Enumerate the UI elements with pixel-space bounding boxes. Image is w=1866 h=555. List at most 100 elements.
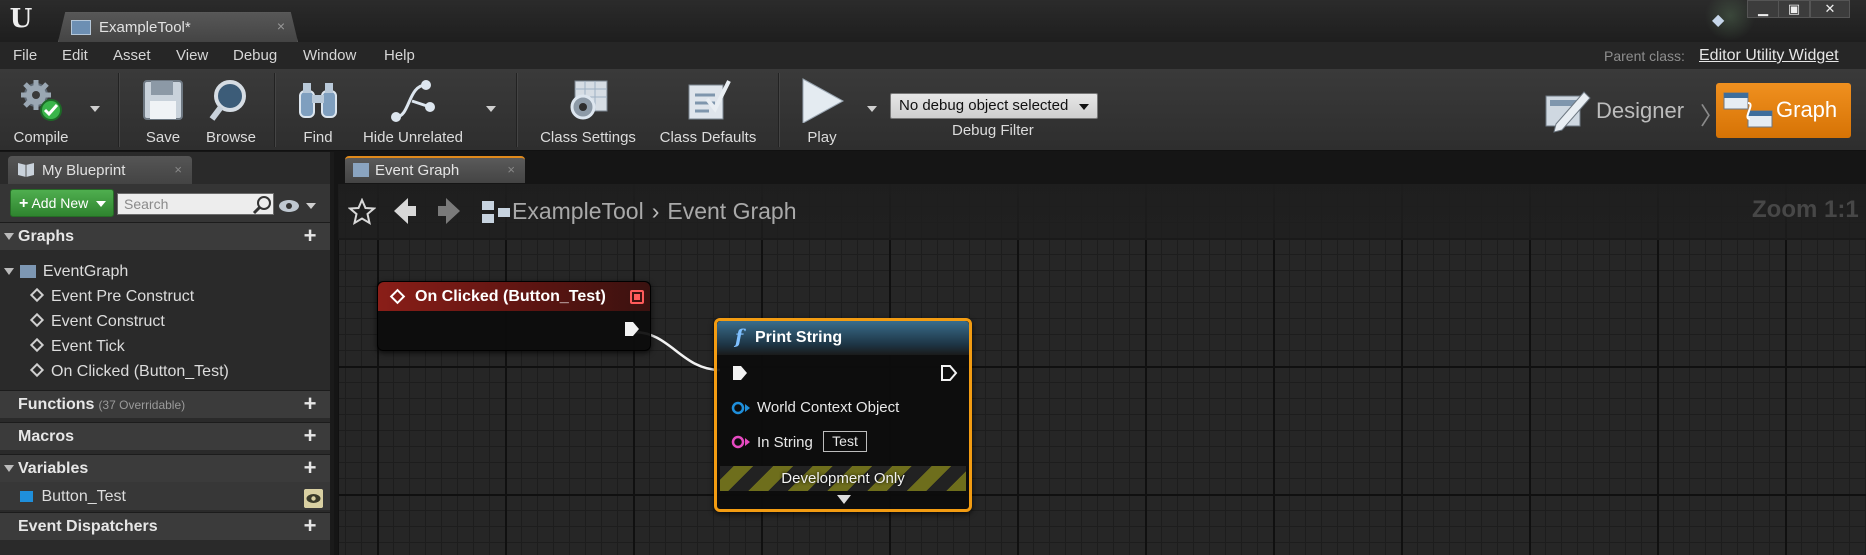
in-string-value-field[interactable]: Test bbox=[823, 431, 867, 452]
eye-view-options-icon[interactable] bbox=[278, 197, 318, 215]
exec-output-pin-icon[interactable] bbox=[940, 364, 958, 382]
object-pin-icon[interactable] bbox=[731, 401, 751, 415]
zoom-level-label: Zoom 1:1 bbox=[1752, 196, 1859, 223]
graphs-section-header[interactable]: Graphs + bbox=[0, 222, 330, 250]
toolbar-divider bbox=[274, 73, 276, 147]
graph-mode-button[interactable]: Graph bbox=[1716, 83, 1851, 138]
my-blueprint-tab[interactable]: My Blueprint × bbox=[8, 156, 192, 184]
play-button[interactable]: Play bbox=[794, 73, 850, 149]
browse-label: Browse bbox=[205, 129, 257, 146]
breadcrumb-root[interactable]: ExampleTool bbox=[512, 198, 644, 224]
graph-mode-icon bbox=[1723, 92, 1773, 128]
event-graph-tab-label: Event Graph bbox=[375, 162, 460, 179]
event-graph-label: EventGraph bbox=[42, 263, 129, 280]
event-diamond-icon bbox=[29, 337, 45, 353]
eye-visibility-icon[interactable] bbox=[304, 489, 323, 508]
designer-label: Designer bbox=[1596, 98, 1685, 123]
toolbar-divider bbox=[118, 73, 120, 147]
compile-button[interactable]: Compile bbox=[4, 73, 78, 149]
parent-class-label: Parent class: bbox=[1604, 48, 1685, 64]
functions-section-header[interactable]: Functions (37 Overridable) + bbox=[0, 390, 330, 418]
maximize-button[interactable]: ▣ bbox=[1778, 0, 1810, 18]
menu-window[interactable]: Window bbox=[303, 47, 356, 64]
breadcrumb-current: Event Graph bbox=[667, 198, 797, 224]
debug-object-value: No debug object selected bbox=[899, 97, 1069, 114]
graph-event-item[interactable]: Event Pre Construct bbox=[29, 287, 194, 310]
find-label: Find bbox=[303, 129, 333, 146]
close-tab-icon[interactable]: × bbox=[507, 162, 515, 177]
class-settings-button[interactable]: Class Settings bbox=[534, 73, 642, 149]
hide-unrelated-button[interactable]: Hide Unrelated bbox=[358, 73, 468, 149]
floppy-disk-icon bbox=[143, 80, 183, 120]
chevron-down-icon bbox=[1079, 104, 1089, 110]
menu-debug[interactable]: Debug bbox=[233, 47, 277, 64]
play-options-chevron-icon[interactable] bbox=[867, 106, 877, 112]
menu-edit[interactable]: Edit bbox=[62, 47, 88, 64]
document-tab[interactable]: ExampleTool* × bbox=[58, 12, 298, 42]
close-tab-icon[interactable]: × bbox=[174, 162, 182, 177]
variable-item[interactable]: Button_Test bbox=[0, 482, 330, 510]
add-new-button[interactable]: + Add New bbox=[10, 189, 114, 217]
world-context-pin-label: World Context Object bbox=[757, 399, 900, 416]
my-blueprint-tab-label: My Blueprint bbox=[42, 162, 126, 179]
star-bookmark-icon[interactable] bbox=[348, 198, 376, 226]
hide-unrelated-chevron-icon[interactable] bbox=[486, 106, 496, 112]
debug-object-dropdown[interactable]: No debug object selected bbox=[890, 93, 1098, 119]
compile-options-chevron-icon[interactable] bbox=[90, 106, 100, 112]
menu-asset[interactable]: Asset bbox=[113, 47, 151, 64]
graph-event-label: Event Construct bbox=[51, 313, 165, 330]
variables-section-header[interactable]: Variables + bbox=[0, 454, 330, 482]
graph-event-item[interactable]: On Clicked (Button_Test) bbox=[29, 362, 229, 385]
development-only-label: Development Only bbox=[781, 470, 905, 487]
expand-triangle-icon bbox=[4, 233, 14, 240]
add-graph-plus-icon[interactable]: + bbox=[300, 225, 320, 247]
graph-event-item[interactable]: Event Construct bbox=[29, 312, 165, 335]
hide-unrelated-label: Hide Unrelated bbox=[362, 129, 464, 146]
macros-section-header[interactable]: Macros + bbox=[0, 422, 330, 450]
class-defaults-button[interactable]: Class Defaults bbox=[654, 73, 762, 149]
exec-output-pin-icon[interactable] bbox=[623, 320, 641, 338]
exec-input-pin-icon[interactable] bbox=[731, 364, 749, 382]
menu-view[interactable]: View bbox=[176, 47, 208, 64]
development-only-banner: Development Only bbox=[720, 466, 966, 491]
event-graph-item[interactable]: EventGraph bbox=[4, 263, 128, 285]
parent-class-link[interactable]: Editor Utility Widget bbox=[1699, 47, 1839, 65]
widget-blueprint-icon bbox=[71, 20, 91, 35]
minimize-button[interactable]: ▁ bbox=[1747, 0, 1779, 18]
back-arrow-icon[interactable] bbox=[392, 196, 418, 226]
delegate-pin-icon[interactable] bbox=[630, 290, 644, 304]
advanced-pins-expand-icon[interactable] bbox=[837, 495, 851, 504]
class-settings-gear-icon bbox=[570, 80, 608, 120]
menu-help[interactable]: Help bbox=[384, 47, 415, 64]
print-string-node[interactable]: f Print String World Context Object In S… bbox=[714, 318, 972, 512]
add-dispatcher-plus-icon[interactable]: + bbox=[300, 515, 320, 537]
forward-arrow-icon[interactable] bbox=[436, 196, 462, 226]
close-window-button[interactable]: ✕ bbox=[1810, 0, 1850, 18]
close-tab-icon[interactable]: × bbox=[277, 18, 285, 34]
search-icon[interactable] bbox=[252, 195, 272, 215]
browse-button[interactable]: Browse bbox=[200, 73, 262, 149]
on-clicked-event-node[interactable]: On Clicked (Button_Test) bbox=[377, 281, 651, 351]
add-function-plus-icon[interactable]: + bbox=[300, 393, 320, 415]
breadcrumb-separator: › bbox=[651, 198, 660, 224]
object-variable-type-icon bbox=[20, 491, 33, 503]
string-pin-icon[interactable] bbox=[731, 435, 751, 449]
menu-file[interactable]: File bbox=[13, 47, 37, 64]
save-button[interactable]: Save bbox=[138, 73, 188, 149]
search-input[interactable] bbox=[117, 193, 274, 215]
find-button[interactable]: Find bbox=[290, 73, 346, 149]
plus-icon: + bbox=[19, 195, 29, 212]
event-dispatchers-section-label: Event Dispatchers bbox=[18, 518, 158, 535]
add-macro-plus-icon[interactable]: + bbox=[300, 425, 320, 447]
cube-icon[interactable]: ◆ bbox=[1712, 10, 1730, 29]
unreal-logo-icon[interactable]: U bbox=[6, 4, 36, 34]
event-graph-tab[interactable]: Event Graph × bbox=[345, 156, 525, 183]
add-variable-plus-icon[interactable]: + bbox=[300, 457, 320, 479]
compile-label: Compile bbox=[13, 129, 69, 146]
macros-section-label: Macros bbox=[18, 428, 75, 445]
designer-mode-button[interactable]: Designer bbox=[1540, 84, 1700, 138]
graph-label: Graph bbox=[1776, 97, 1838, 122]
graph-event-label: Event Tick bbox=[51, 338, 125, 355]
graph-event-item[interactable]: Event Tick bbox=[29, 337, 125, 360]
event-dispatchers-section-header[interactable]: Event Dispatchers + bbox=[0, 512, 330, 540]
